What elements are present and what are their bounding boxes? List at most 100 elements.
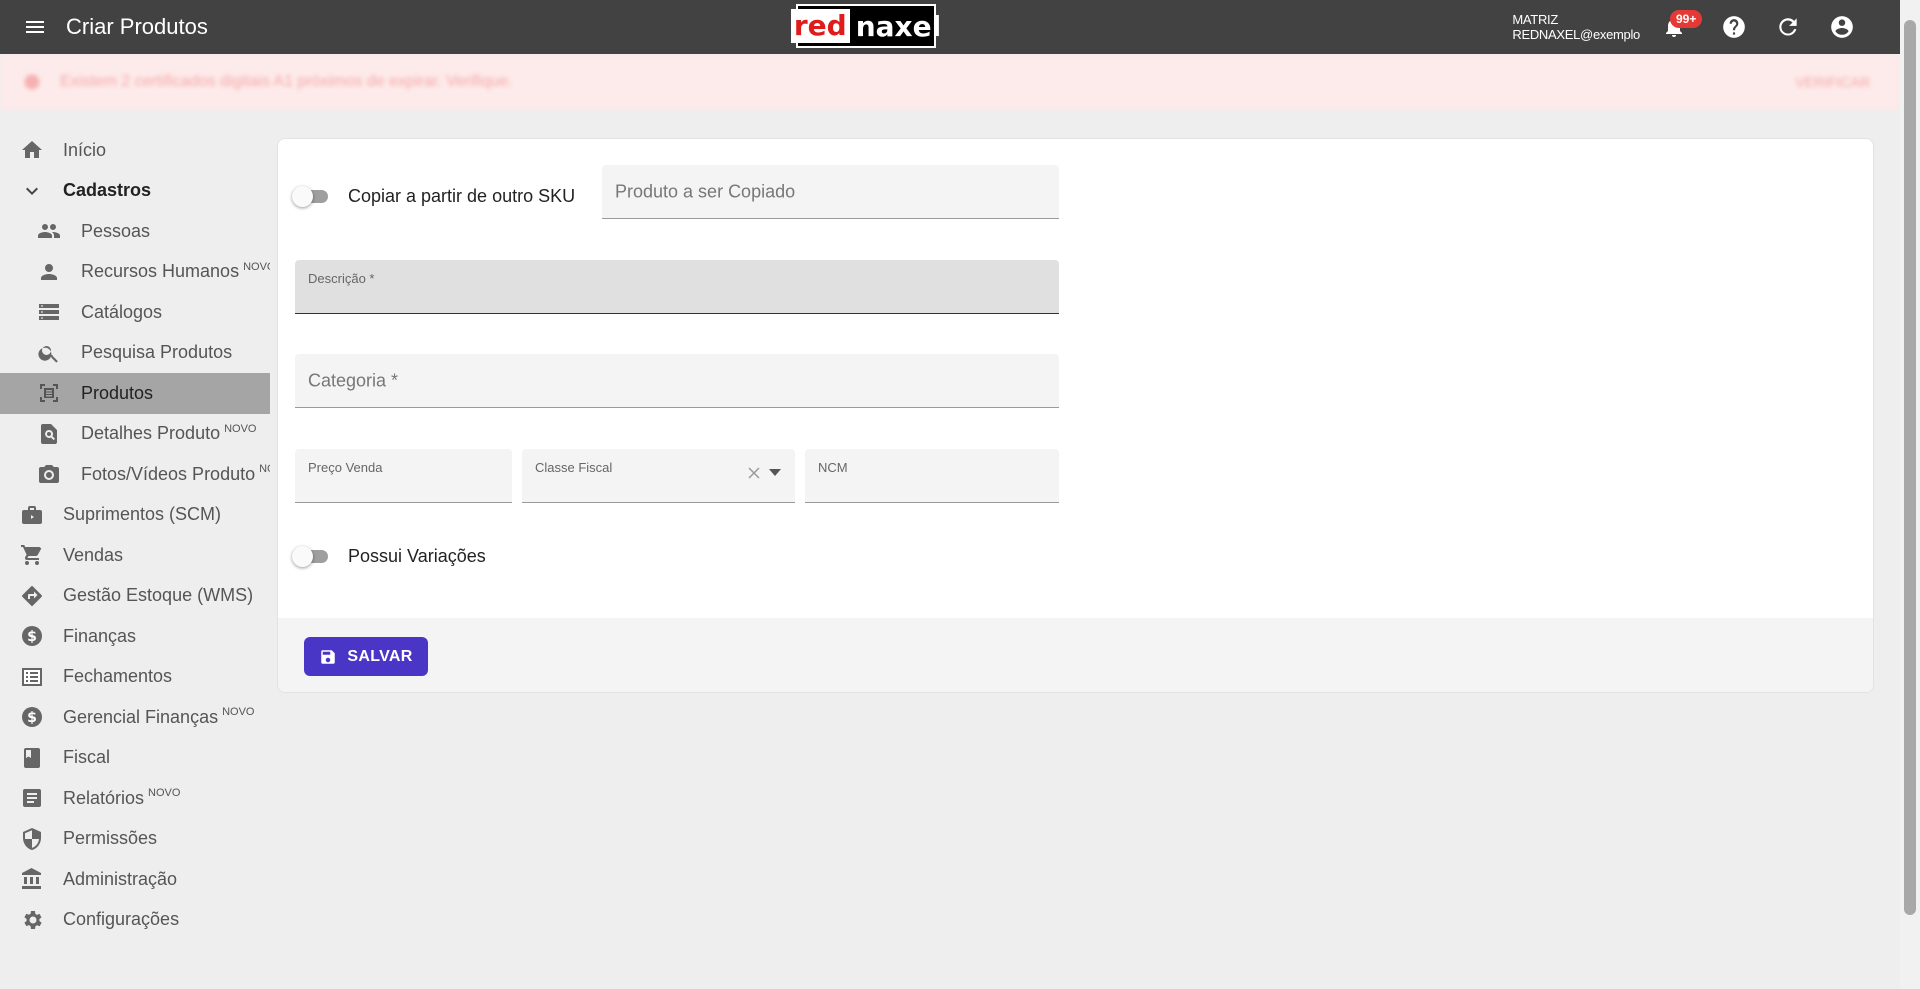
dropdown-arrow-icon[interactable] — [769, 469, 781, 477]
sidebar-item-detalhes-produto[interactable]: Detalhes Produto NOVO — [0, 414, 270, 455]
sale-price-field[interactable]: Preço Venda — [295, 449, 512, 503]
account-button[interactable] — [1822, 7, 1862, 47]
shield-icon — [20, 827, 44, 851]
description-label: Descrição * — [308, 271, 375, 286]
sidebar-item-financas[interactable]: $ Finanças — [0, 616, 270, 657]
sidebar-item-permissoes[interactable]: Permissões — [0, 819, 270, 860]
sidebar-item-fotos-videos-produto[interactable]: Fotos/Vídeos ProdutoNOVO — [0, 454, 270, 495]
category-placeholder: Categoria * — [308, 370, 399, 390]
sidebar-item-configuracoes[interactable]: Configurações — [0, 900, 270, 941]
sidebar-item-pessoas[interactable]: Pessoas — [0, 211, 270, 252]
save-icon — [321, 649, 336, 664]
sidebar-item-label: Fechamentos — [63, 666, 173, 687]
variations-toggle[interactable] — [292, 545, 332, 567]
new-tag: NOVO — [224, 422, 257, 435]
copy-sku-label: Copiar a partir de outro SKU — [348, 186, 576, 206]
ncm-field[interactable]: NCM — [805, 449, 1059, 503]
new-tag: NOVO — [259, 463, 270, 476]
sidebar-item-label: Configurações — [63, 909, 180, 930]
sidebar-item-label: Relatórios — [63, 787, 145, 808]
copy-sku-toggle[interactable] — [292, 185, 332, 207]
new-tag: NOVO — [222, 706, 255, 719]
sidebar-item-suprimentos[interactable]: Suprimentos (SCM) — [0, 495, 270, 536]
logo-white-part: naxel — [855, 9, 942, 43]
clear-icon[interactable] — [747, 466, 761, 480]
page-search-icon — [37, 422, 61, 446]
alert-text: Existem 2 certificados digitais A1 próxi… — [60, 73, 513, 90]
scrollbar-thumb[interactable] — [1904, 20, 1916, 915]
document-icon — [20, 786, 44, 810]
sidebar-item-fiscal[interactable]: Fiscal — [0, 738, 270, 779]
sidebar-item-administracao[interactable]: Administração — [0, 859, 270, 900]
description-field[interactable]: Descrição * — [295, 260, 1059, 314]
sidebar-item-fechamentos[interactable]: Fechamentos — [0, 657, 270, 698]
help-icon — [1723, 16, 1745, 38]
list-icon — [37, 300, 61, 324]
directions-icon — [20, 584, 44, 608]
fiscal-class-select[interactable]: Classe Fiscal — [522, 449, 795, 503]
save-button[interactable]: SALVAR — [304, 637, 428, 676]
receipt-list-icon — [20, 665, 44, 689]
sidebar-item-recursos-humanos[interactable]: Recursos HumanosNOVO — [0, 252, 270, 293]
gear-icon — [20, 908, 44, 932]
sidebar-item-relatorios[interactable]: Relatórios NOVO — [0, 778, 270, 819]
notifications-button[interactable]: 99+ — [1654, 7, 1703, 47]
home-icon — [20, 138, 44, 162]
briefcase-icon — [20, 503, 44, 527]
search-icon — [37, 341, 61, 365]
sidebar-item-label: Permissões — [63, 828, 158, 849]
camera-icon — [37, 462, 61, 486]
category-field[interactable]: Categoria * — [295, 354, 1059, 408]
sidebar-item-gerencial-financas[interactable]: $ Gerencial Finanças NOVO — [0, 697, 270, 738]
sidebar-item-label: Gerencial Finanças — [63, 706, 219, 727]
new-tag: NOVO — [243, 260, 270, 273]
menu-button[interactable] — [18, 10, 52, 44]
page-scrollbar[interactable] — [1900, 0, 1920, 989]
sidebar-item-label: Administração — [63, 868, 178, 889]
refresh-button[interactable] — [1768, 7, 1808, 47]
alert-action-button[interactable]: VERIFICAR — [1795, 74, 1870, 90]
ncm-label: NCM — [818, 460, 848, 475]
sidebar-item-produtos[interactable]: Produtos — [0, 373, 270, 414]
user-email: REDNAXEL@exemplo — [1512, 27, 1640, 42]
sidebar-item-label: Vendas — [63, 544, 124, 565]
sidebar-item-vendas[interactable]: Vendas — [0, 535, 270, 576]
copy-product-field[interactable]: Produto a ser Copiado — [602, 165, 1059, 219]
new-tag: NOVO — [148, 787, 181, 800]
sidebar-item-label: Catálogos — [81, 301, 163, 322]
sidebar-item-label: Início — [63, 139, 107, 160]
help-button[interactable] — [1714, 7, 1754, 47]
sidebar-item-pesquisa-produtos[interactable]: Pesquisa Produtos — [0, 333, 270, 374]
sidebar-item-label: Recursos Humanos — [81, 261, 240, 282]
sidebar-item-label: Pessoas — [81, 220, 151, 241]
warning-icon — [24, 74, 40, 90]
person-icon — [37, 260, 61, 284]
cart-icon — [20, 543, 44, 567]
sidebar-item-label: Detalhes Produto — [81, 423, 221, 444]
rednaxel-logo[interactable]: red naxel — [790, 4, 941, 48]
sidebar-item-catalogos[interactable]: Catálogos — [0, 292, 270, 333]
sidebar-nav: Início Cadastros Pessoas Recursos Humano… — [0, 130, 270, 940]
sidebar-item-gestao-estoque[interactable]: Gestão Estoque (WMS) — [0, 576, 270, 617]
bank-icon — [20, 867, 44, 891]
sidebar-item-cadastros[interactable]: Cadastros — [0, 171, 270, 212]
sidebar-item-label: Fiscal — [63, 747, 111, 768]
notifications-badge: 99+ — [1670, 10, 1703, 28]
sidebar-item-label: Pesquisa Produtos — [81, 342, 233, 363]
toggle-thumb — [292, 546, 313, 567]
svg-text:$: $ — [27, 629, 37, 645]
save-label: SALVAR — [347, 647, 413, 665]
sidebar-item-inicio[interactable]: Início — [0, 130, 270, 171]
refresh-icon — [1779, 18, 1797, 36]
page-title: Criar Produtos — [66, 14, 208, 39]
variations-label: Possui Variações — [348, 546, 486, 566]
product-form-card: Copiar a partir de outro SKU Produto a s… — [277, 138, 1874, 693]
sidebar-item-label: Gestão Estoque (WMS) — [63, 585, 254, 606]
sidebar-item-label: Suprimentos (SCM) — [63, 504, 222, 525]
book-icon — [20, 746, 44, 770]
dollar-icon: $ — [20, 624, 44, 648]
barcode-icon — [37, 381, 61, 405]
sidebar-item-label: Produtos — [81, 382, 154, 403]
account-circle-icon — [1831, 16, 1853, 38]
company-name: MATRIZ — [1512, 12, 1558, 27]
